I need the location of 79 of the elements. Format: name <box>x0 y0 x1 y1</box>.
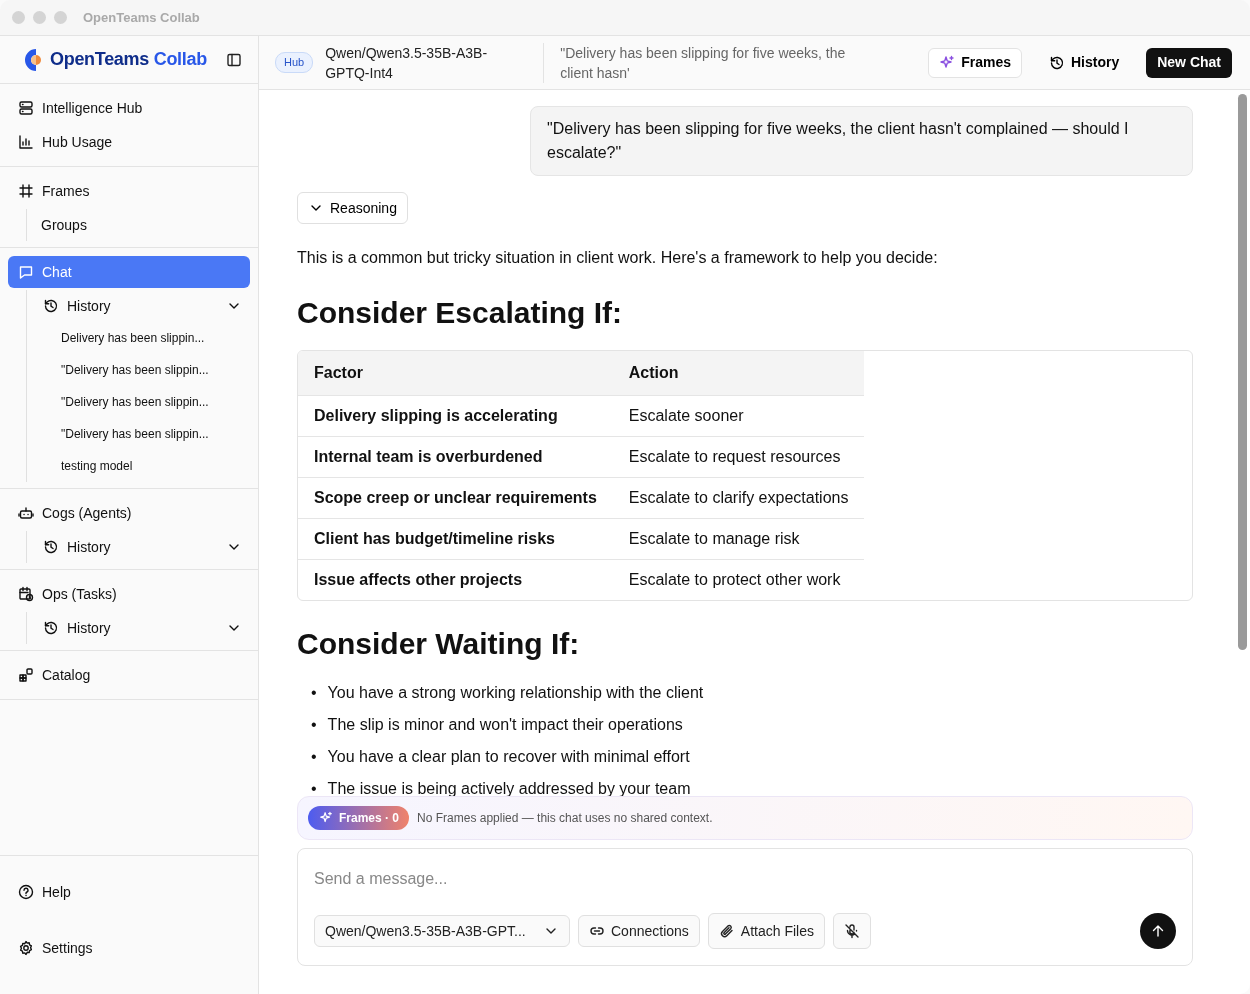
chat-title: "Delivery has been slipping for five weeks, the client hasn' <box>543 42 874 83</box>
frames-button[interactable]: Frames <box>928 47 1022 78</box>
list-item: The issue is being actively addressed by your team <box>327 779 691 799</box>
history-toggle[interactable]: History <box>37 290 250 322</box>
nav-item[interactable]: Ops (Tasks) <box>8 578 250 610</box>
scrollbar[interactable] <box>1238 94 1247 650</box>
table-cell: Internal team is overburdened <box>298 436 613 478</box>
history-icon <box>43 298 59 314</box>
nav-item[interactable]: Cogs (Agents) <box>8 497 250 529</box>
close-window-button[interactable] <box>12 11 25 24</box>
settings-icon <box>18 940 34 956</box>
bullet: • <box>311 683 317 703</box>
mic-off-icon <box>843 923 860 939</box>
brand-logo: OpenTeams Collab <box>50 48 207 71</box>
arrow-up-icon <box>1150 923 1166 939</box>
column-header: Factor <box>298 351 613 396</box>
nav-item[interactable]: Intelligence Hub <box>8 92 250 124</box>
robot-icon <box>18 505 34 521</box>
table-cell: Issue affects other projects <box>298 559 613 600</box>
frames-note: No Frames applied — this chat uses no shared context. <box>417 810 713 827</box>
history-toggle[interactable]: History <box>37 531 250 563</box>
chat-bubble-icon <box>18 264 34 280</box>
calendar-clock-icon <box>18 586 34 602</box>
table-cell: Escalate sooner <box>612 395 865 437</box>
minimize-window-button[interactable] <box>33 11 46 24</box>
model-name: Qwen/Qwen3.5-35B-A3B-GPTQ-Int4 <box>325 43 489 83</box>
nav-item[interactable]: Help <box>8 872 250 912</box>
table-cell: Escalate to protect other work <box>612 559 865 600</box>
history-button[interactable]: History <box>1037 47 1131 78</box>
nav-item[interactable]: Hub Usage <box>8 126 250 158</box>
list-item: You have a strong working relationship with the client <box>327 683 704 703</box>
reasoning-toggle[interactable]: Reasoning <box>297 192 408 224</box>
history-entry[interactable]: "Delivery has been slippin... <box>37 354 250 386</box>
bullet: • <box>311 715 317 735</box>
history-entry[interactable]: testing model <box>37 450 250 482</box>
history-entry[interactable]: "Delivery has been slippin... <box>37 386 250 418</box>
bullet: • <box>311 747 317 767</box>
table-cell: Client has budget/timeline risks <box>298 518 613 560</box>
history-icon <box>43 620 59 636</box>
nav-item[interactable]: Frames <box>8 175 250 207</box>
paragraph: This is a common but tricky situation in client work. Here's a framework to help you decide: <box>297 248 939 268</box>
connections-button[interactable]: Connections <box>578 915 700 947</box>
table-cell: Escalate to manage risk <box>612 518 865 560</box>
microphone-button[interactable] <box>832 913 871 949</box>
nav-item[interactable]: Settings <box>8 928 250 968</box>
bullet: • <box>311 779 317 799</box>
user-message: "Delivery has been slipping for five weeks, the client hasn't complained — should I escalate?" <box>530 106 1193 176</box>
table-cell: Escalate to request resources <box>612 436 865 478</box>
nav-item[interactable]: Chat <box>8 256 250 288</box>
hash-icon <box>18 183 34 199</box>
blocks-icon <box>18 667 34 683</box>
section-heading: Consider Waiting If: <box>297 626 581 662</box>
help-icon <box>18 884 34 900</box>
server-icon <box>18 100 34 116</box>
send-button[interactable] <box>1140 913 1176 949</box>
bar-chart-icon <box>18 134 34 150</box>
section-heading: Consider Escalating If: <box>297 295 624 331</box>
history-icon <box>43 539 59 555</box>
sparkle-icon <box>318 811 334 825</box>
history-toggle[interactable]: History <box>37 612 250 644</box>
table-cell: Delivery slipping is accelerating <box>298 395 613 437</box>
model-select[interactable]: Qwen/Qwen3.5-35B-A3B-GPT... <box>314 915 570 947</box>
history-entry[interactable]: Delivery has been slippin... <box>37 322 250 354</box>
table-cell: Scope creep or unclear requirements <box>298 477 613 519</box>
table-cell: Escalate to clarify expectations <box>612 477 865 519</box>
message-field[interactable]: Send a message... Qwen/Qwen3.5-35B-A3B-GPT... Connections Attach Files <box>297 848 1193 966</box>
window-title: OpenTeams Collab <box>83 8 200 27</box>
new-chat-button[interactable]: New Chat <box>1146 47 1232 78</box>
nav-item[interactable]: Catalog <box>8 659 250 691</box>
column-header: Action <box>612 351 865 396</box>
paperclip-icon <box>718 923 735 939</box>
list-item: You have a clear plan to recover with minimal effort <box>327 747 690 767</box>
attach-files-button[interactable]: Attach Files <box>707 913 825 949</box>
hub-badge: Hub <box>275 52 314 73</box>
list-item: The slip is minor and won't impact their operations <box>327 715 683 735</box>
history-icon <box>1048 54 1065 71</box>
history-entry[interactable]: "Delivery has been slippin... <box>37 418 250 450</box>
zoom-window-button[interactable] <box>54 11 67 24</box>
nav-subitem[interactable]: Groups <box>37 209 250 241</box>
